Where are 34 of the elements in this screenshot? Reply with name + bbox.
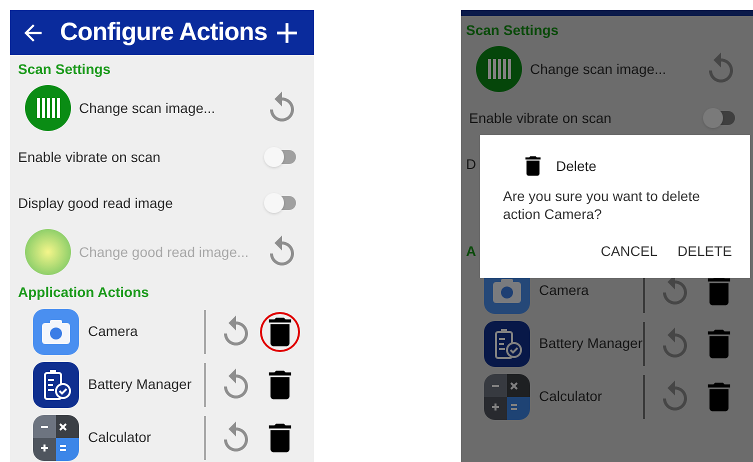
section-heading: A	[466, 242, 476, 261]
calculator-icon	[484, 374, 530, 420]
section-heading: Scan Settings	[466, 21, 559, 40]
screen-title: Configure Actions	[60, 16, 268, 48]
delete-button[interactable]	[260, 312, 300, 352]
app-name: Camera	[539, 281, 590, 300]
camera-icon	[33, 308, 79, 354]
section-heading: Scan Settings	[18, 60, 111, 79]
calculator-icon	[33, 414, 79, 460]
setting-label: Display good read image	[18, 194, 174, 213]
setting-label: Change scan image...	[530, 60, 668, 79]
glow-circle-icon	[25, 229, 71, 275]
dialog-title: Delete	[556, 156, 596, 176]
app-name: Battery Manager	[539, 334, 643, 353]
app-name: Battery Manager	[88, 375, 192, 394]
barcode-icon	[476, 46, 522, 92]
dialog-button[interactable]: DELETE	[670, 235, 740, 268]
barcode-icon	[25, 85, 71, 131]
dialog-message: Are you sure you want to delete action Camera?	[502, 187, 701, 223]
app-name: Calculator	[88, 428, 152, 447]
setting-label: Enable vibrate on scan	[18, 148, 162, 166]
app-name: Camera	[88, 322, 139, 341]
battery-check-icon	[484, 320, 530, 366]
setting-label: Enable vibrate on scan	[469, 108, 612, 128]
toggle-switch[interactable]	[264, 147, 296, 167]
battery-check-icon	[33, 362, 79, 408]
section-heading: Application Actions	[18, 283, 149, 302]
setting-label: Change scan image...	[79, 98, 216, 118]
toggle-switch[interactable]	[264, 193, 296, 213]
app-name: Calculator	[539, 387, 604, 406]
dialog-button[interactable]: CANCEL	[592, 235, 666, 268]
toggle-switch[interactable]	[703, 108, 735, 128]
setting-label: D	[466, 154, 476, 174]
setting-label: Change good read image...	[79, 242, 250, 262]
